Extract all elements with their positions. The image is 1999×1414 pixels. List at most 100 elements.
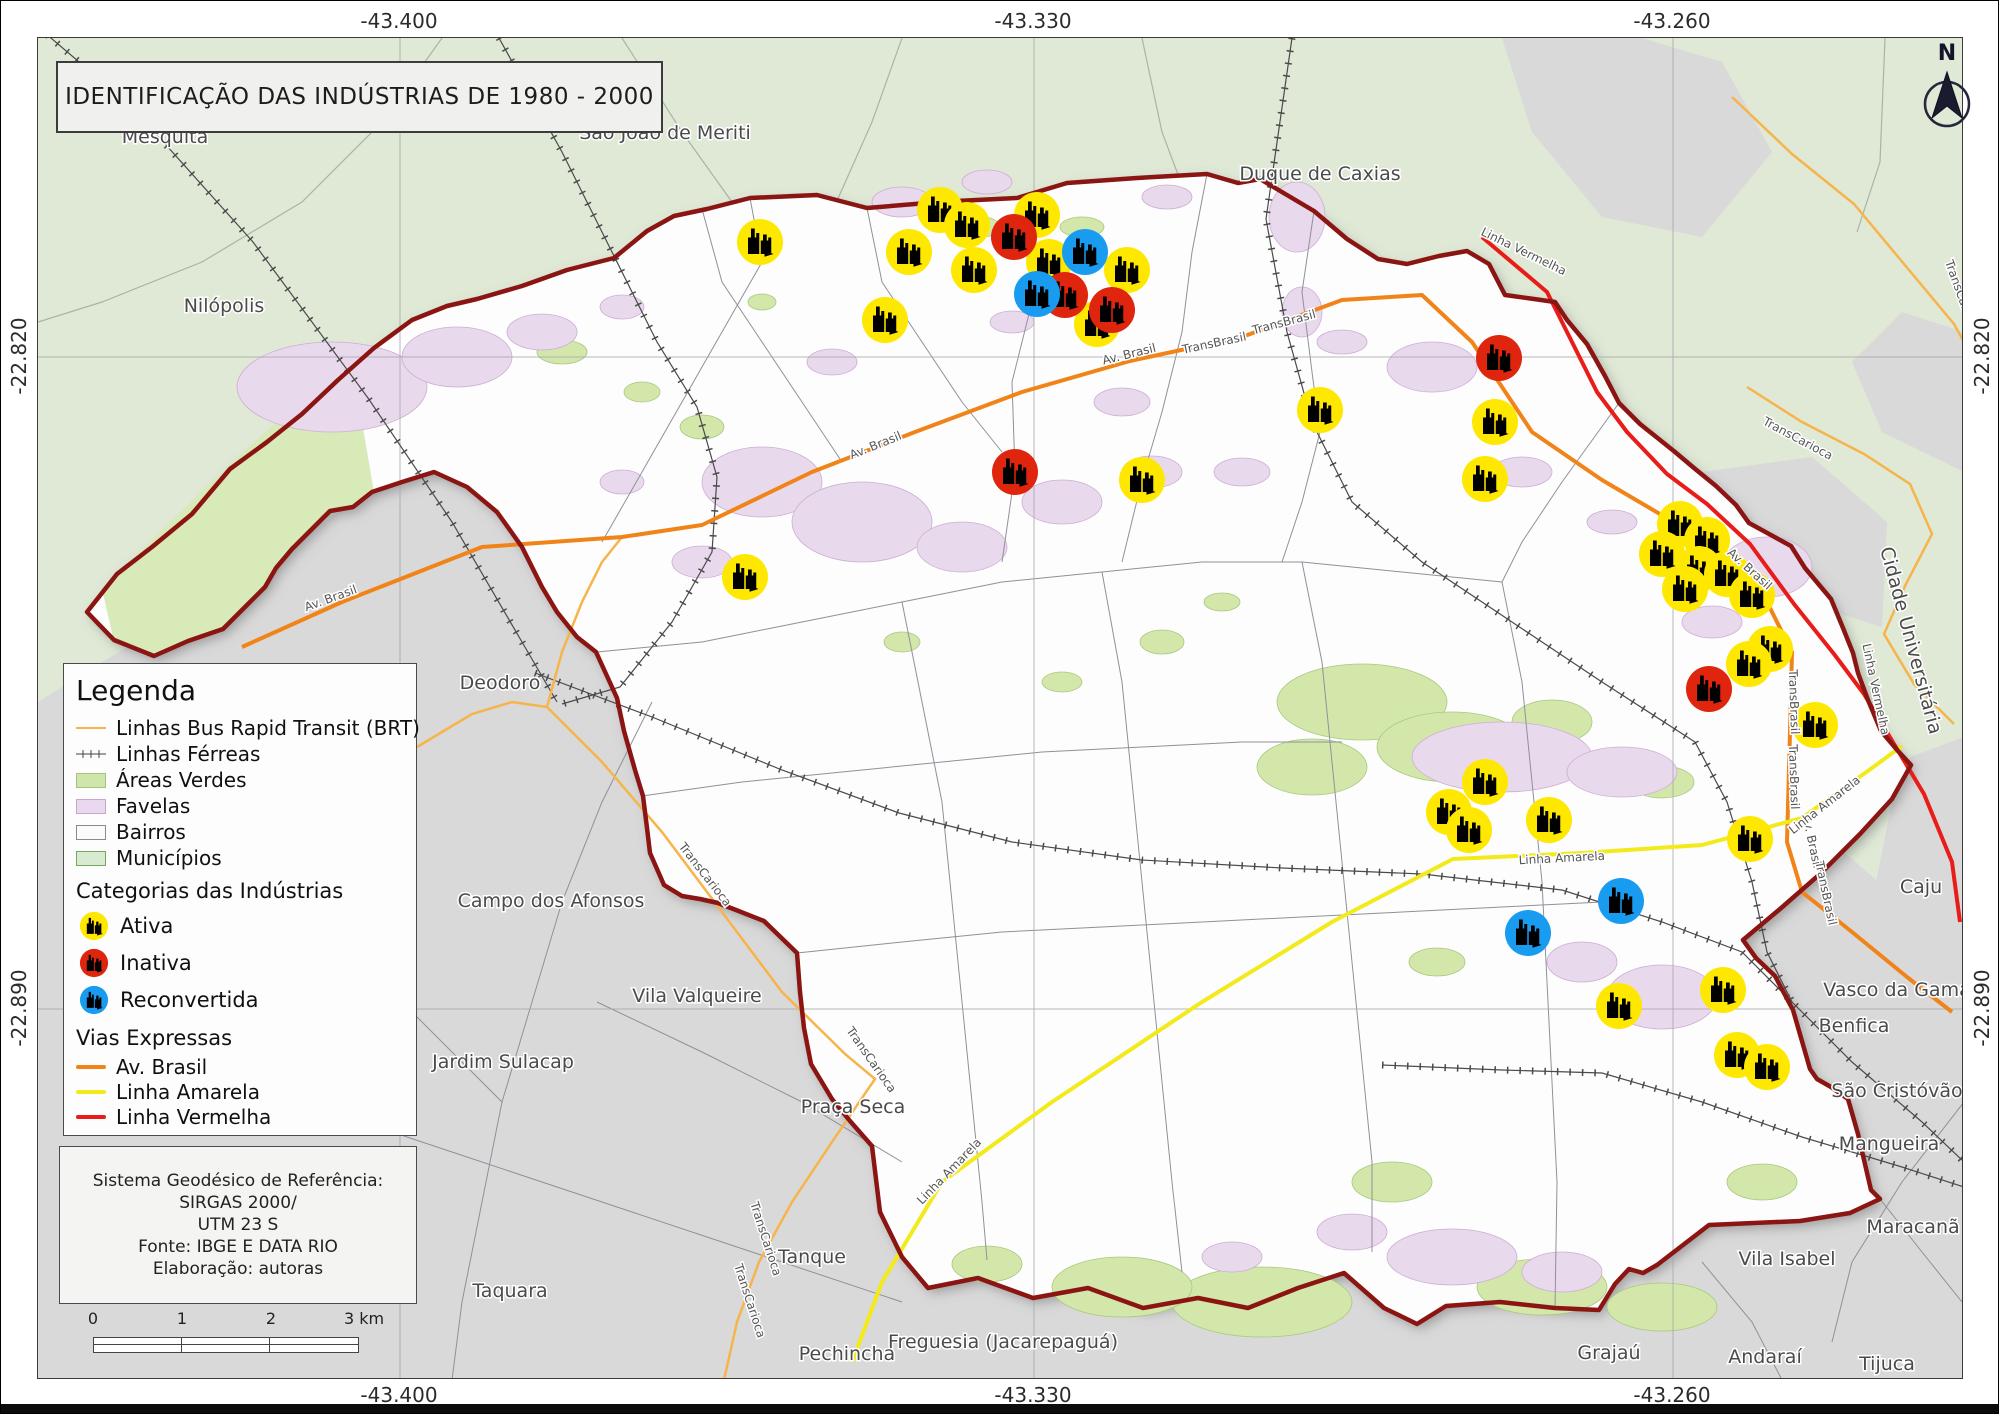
place-label: Tanque <box>777 1246 846 1268</box>
industry-marker-ativa <box>1726 641 1772 687</box>
graticule-label-right-1: -22.820 <box>1970 317 1994 394</box>
industry-marker-ativa <box>1446 807 1492 853</box>
industry-marker-ativa <box>1297 387 1343 433</box>
place-label: Andaraí <box>1728 1346 1802 1368</box>
north-arrow: N <box>1907 41 1987 141</box>
industry-marker-inativa <box>992 449 1038 495</box>
legend-item-areas-verdes: Áreas Verdes <box>76 767 404 793</box>
scalebar-tick-1: 1 <box>177 1309 187 1328</box>
info-line-elab: Elaboração: autoras <box>153 1258 323 1280</box>
industry-marker-ativa <box>944 202 990 248</box>
place-label: Vila Valqueire <box>632 985 761 1007</box>
legend-category-ativa: Ativa <box>76 907 404 944</box>
industry-marker-ativa <box>1462 759 1508 805</box>
industry-marker-ativa <box>886 229 932 275</box>
industry-marker-ativa <box>862 297 908 343</box>
legend-item-brt: Linhas Bus Rapid Transit (BRT) <box>76 715 404 741</box>
place-label: Freguesia (Jacarepaguá) <box>888 1331 1118 1353</box>
industry-marker-ativa <box>737 219 783 265</box>
legend-item-bairros: Bairros <box>76 819 404 845</box>
industry-marker-ativa <box>1462 456 1508 502</box>
legend-via-av-brasil: Av. Brasil <box>76 1054 404 1079</box>
industry-marker-ativa <box>1526 797 1572 843</box>
graticule-label-left-1: -22.820 <box>7 317 31 394</box>
industry-marker-ativa <box>1744 1044 1790 1090</box>
legend-via-linha-amarela: Linha Amarela <box>76 1079 404 1104</box>
industry-marker-ativa <box>1662 566 1708 612</box>
legend-categories-heading: Categorias das Indústrias <box>76 879 404 903</box>
place-label: Taquara <box>471 1280 547 1302</box>
legend-vias-heading: Vias Expressas <box>76 1026 404 1050</box>
place-label: Praça Seca <box>801 1096 906 1118</box>
place-label: São Cristóvão <box>1831 1080 1962 1102</box>
industry-marker-ativa <box>1727 816 1773 862</box>
legend-heading: Legenda <box>76 674 404 707</box>
info-line-utm: UTM 23 S <box>198 1214 279 1236</box>
place-label: Mangueira <box>1839 1133 1940 1155</box>
industry-marker-inativa <box>1476 335 1522 381</box>
legend-via-linha-vermelha: Linha Vermelha <box>76 1104 404 1129</box>
legend-category-inativa: Inativa <box>76 944 404 981</box>
industry-marker-inativa <box>991 214 1037 260</box>
scalebar-tick-3: 3 km <box>344 1309 384 1328</box>
industry-marker-ativa <box>1472 399 1518 445</box>
road-label: TransBrasil <box>1786 668 1802 735</box>
place-label: Pechincha <box>799 1343 895 1365</box>
brt-line-swatch <box>76 727 106 729</box>
areas-verdes-swatch <box>76 773 106 788</box>
industry-marker-ativa <box>1596 983 1642 1029</box>
place-label: Deodoro <box>460 672 541 694</box>
compass-icon <box>1912 66 1982 136</box>
industry-marker-ativa <box>1119 457 1165 503</box>
place-label: Caju <box>1900 876 1942 898</box>
industry-marker-reconvertida <box>1014 271 1060 317</box>
north-label: N <box>1907 41 1987 66</box>
place-label: Benfica <box>1819 1015 1890 1037</box>
industry-inativa-icon <box>76 945 112 981</box>
place-label: Jardim Sulacap <box>431 1051 574 1073</box>
industry-marker-ativa <box>1700 967 1746 1013</box>
industry-marker-inativa <box>1089 287 1135 333</box>
graticule-label-top-2: -43.330 <box>994 9 1071 33</box>
favelas-swatch <box>76 799 106 814</box>
place-label: Vila Isabel <box>1739 1248 1836 1270</box>
legend: Legenda Linhas Bus Rapid Transit (BRT) L… <box>63 663 417 1136</box>
place-label: Grajaú <box>1577 1342 1640 1364</box>
industry-marker-ativa <box>951 247 997 293</box>
graticule-label-right-2: -22.890 <box>1970 969 1994 1046</box>
map-title-box: IDENTIFICAÇÃO DAS INDÚSTRIAS DE 1980 - 2… <box>56 61 663 133</box>
industry-marker-ativa <box>722 554 768 600</box>
av-brasil-line-swatch <box>76 1065 106 1069</box>
industry-marker-reconvertida <box>1062 229 1108 275</box>
industry-marker-reconvertida <box>1598 878 1644 924</box>
place-label: Vasco da Gama <box>1823 979 1963 1001</box>
legend-item-municipios: Municípios <box>76 845 404 871</box>
place-label: Campo dos Afonsos <box>458 890 645 912</box>
info-line-fonte: Fonte: IBGE E DATA RIO <box>138 1236 338 1258</box>
industry-ativa-icon <box>76 908 112 944</box>
map-title: IDENTIFICAÇÃO DAS INDÚSTRIAS DE 1980 - 2… <box>65 84 654 110</box>
place-label: Duque de Caxias <box>1239 163 1400 185</box>
scalebar-bar <box>93 1337 359 1353</box>
road-label: TransBrasil <box>1786 743 1802 810</box>
bottom-black-bar <box>1 1404 1999 1414</box>
bairros-swatch <box>76 825 106 840</box>
place-label: Nilópolis <box>184 295 265 317</box>
scalebar-tick-2: 2 <box>266 1309 276 1328</box>
industry-marker-ativa <box>1104 247 1150 293</box>
info-line-crs: Sistema Geodésico de Referência: SIRGAS … <box>60 1170 416 1214</box>
place-label: Tijuca <box>1858 1353 1915 1375</box>
reference-info-box: Sistema Geodésico de Referência: SIRGAS … <box>59 1146 417 1304</box>
linha-vermelha-line-swatch <box>76 1115 106 1119</box>
place-label: Maracanã <box>1866 1216 1959 1238</box>
railway-swatch <box>76 749 106 759</box>
map-layout-page: -43.400 -43.330 -43.260 -43.400 -43.330 … <box>0 0 1999 1414</box>
legend-item-favelas: Favelas <box>76 793 404 819</box>
legend-item-railways: Linhas Férreas <box>76 741 404 767</box>
graticule-label-top-1: -43.400 <box>360 9 437 33</box>
industry-reconvertida-icon <box>76 982 112 1018</box>
graticule-label-top-3: -43.260 <box>1633 9 1710 33</box>
linha-amarela-line-swatch <box>76 1090 106 1094</box>
graticule-label-left-2: -22.890 <box>7 969 31 1046</box>
industry-marker-inativa <box>1686 666 1732 712</box>
